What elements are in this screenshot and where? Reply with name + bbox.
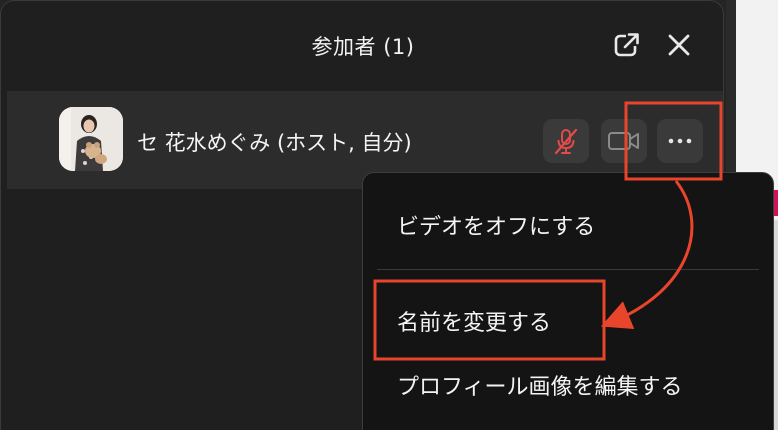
menu-item-rename[interactable]: 名前を変更する [397,305,551,337]
panel-header: 参加者 (1) [1,1,725,89]
menu-divider [377,269,759,270]
close-icon [668,34,690,56]
participant-name: セ 花水めぐみ (ホスト, 自分) [137,131,412,155]
avatar [59,107,123,171]
popout-icon [614,32,640,57]
screenshot-stage: 参加者 (1) セ 花水めぐみ (ホスト, 自分) ビデオをオフにする 名前を変… [0,0,778,430]
menu-item-turn-off-video[interactable]: ビデオをオフにする [397,209,595,241]
video-camera-icon [608,132,639,150]
more-horizontal-icon [668,138,692,144]
participant-options-menu: ビデオをオフにする 名前を変更する プロフィール画像を編集する [362,172,774,430]
popout-button[interactable] [611,29,643,61]
menu-item-edit-profile-picture[interactable]: プロフィール画像を編集する [397,369,683,401]
more-options-button[interactable] [657,119,703,163]
video-button[interactable] [601,119,647,163]
close-button[interactable] [663,29,695,61]
mic-button[interactable] [543,119,589,163]
avatar-photo [59,107,123,171]
mic-muted-icon [554,128,578,155]
